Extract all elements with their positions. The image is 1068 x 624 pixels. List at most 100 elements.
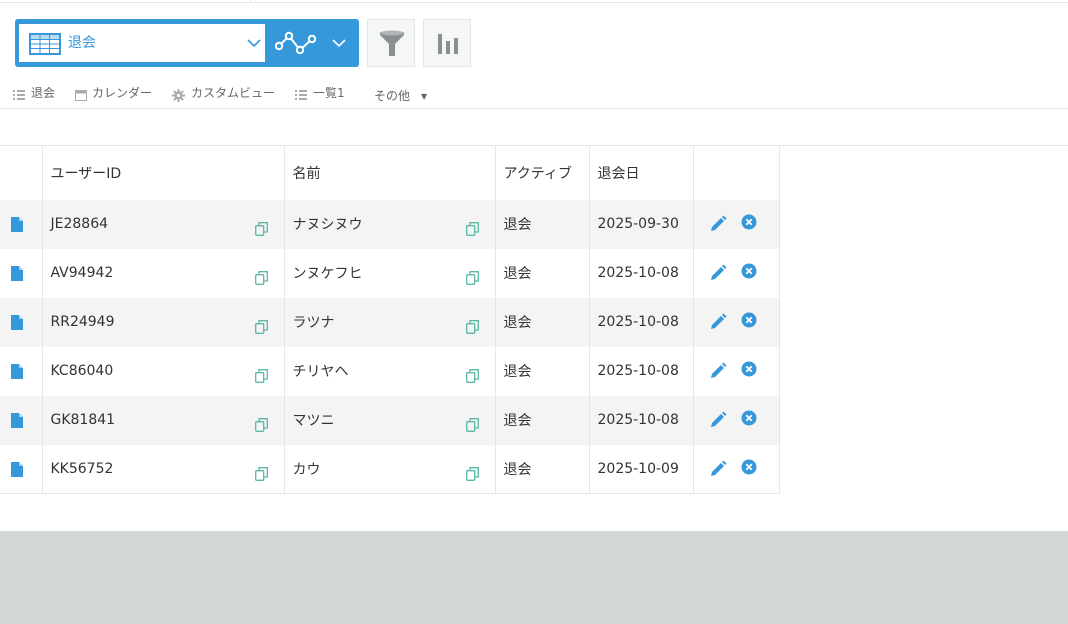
- user-id-value: KK56752: [50, 460, 114, 477]
- gear-icon: [172, 89, 185, 102]
- delete-circle-icon[interactable]: [741, 263, 757, 279]
- list-icon: [13, 90, 25, 100]
- name-cell: マツニ: [284, 395, 496, 445]
- withdrawal-date-value: 2025-10-09: [597, 460, 679, 477]
- user-id-value: GK81841: [50, 412, 116, 428]
- user-id-value: AV94942: [50, 265, 114, 281]
- copy-icon[interactable]: [465, 319, 479, 334]
- user-id-cell: KC86040: [42, 346, 285, 396]
- records-table: ユーザーID 名前 アクティブ 退会日 JE28864 ナヌシヌウ 退会 202…: [0, 145, 780, 494]
- delete-circle-icon[interactable]: [741, 214, 757, 230]
- column-header-name[interactable]: 名前: [284, 145, 496, 200]
- name-cell: チリヤヘ: [284, 346, 496, 396]
- edit-pencil-icon[interactable]: [710, 411, 727, 428]
- view-link-label: 退会: [31, 86, 56, 100]
- column-header-user-id[interactable]: ユーザーID: [42, 145, 285, 200]
- top-strip-divider: [250, 0, 251, 3]
- actions-cell: [693, 395, 780, 445]
- line-graph-icon: [275, 31, 317, 55]
- table-row: RR24949 ラツナ 退会 2025-10-08: [0, 297, 780, 347]
- copy-icon[interactable]: [254, 466, 268, 481]
- view-selector: 退会: [15, 19, 359, 67]
- record-detail-cell: [0, 346, 43, 396]
- table-row: AV94942 ンヌケフヒ 退会 2025-10-08: [0, 248, 780, 298]
- copy-icon[interactable]: [465, 270, 479, 285]
- top-strip: [0, 0, 1068, 3]
- column-header-active[interactable]: アクティブ: [495, 145, 590, 200]
- table-view-icon: [29, 33, 61, 55]
- copy-icon[interactable]: [465, 368, 479, 383]
- view-link-label: その他: [374, 89, 411, 103]
- document-icon[interactable]: [11, 461, 23, 477]
- table-row: JE28864 ナヌシヌウ 退会 2025-09-30: [0, 199, 780, 249]
- active-value: 退会: [503, 461, 532, 478]
- copy-icon[interactable]: [254, 319, 268, 334]
- delete-circle-icon[interactable]: [741, 459, 757, 475]
- active-value: 退会: [503, 315, 532, 331]
- name-cell: ンヌケフヒ: [284, 248, 496, 298]
- delete-circle-icon[interactable]: [741, 410, 757, 426]
- document-icon[interactable]: [11, 265, 23, 281]
- delete-circle-icon[interactable]: [741, 361, 757, 377]
- actions-cell: [693, 444, 780, 494]
- document-icon[interactable]: [11, 314, 23, 330]
- copy-icon[interactable]: [254, 417, 268, 432]
- record-detail-cell: [0, 297, 43, 347]
- date-cell: 2025-09-30: [589, 199, 694, 249]
- active-cell: 退会: [495, 199, 590, 249]
- filter-button[interactable]: [367, 19, 415, 67]
- withdrawal-date-value: 2025-09-30: [597, 216, 679, 232]
- view-dropdown[interactable]: 退会: [19, 24, 265, 62]
- date-cell: 2025-10-08: [589, 346, 694, 396]
- record-detail-cell: [0, 248, 43, 298]
- table-body: JE28864 ナヌシヌウ 退会 2025-09-30 AV94942 ンヌケフ…: [0, 199, 780, 494]
- filter-funnel-icon: [380, 30, 404, 56]
- document-icon[interactable]: [11, 363, 23, 379]
- edit-pencil-icon[interactable]: [710, 313, 727, 330]
- document-icon[interactable]: [11, 216, 23, 232]
- name-value: ラツナ: [292, 315, 335, 331]
- active-value: 退会: [503, 413, 532, 429]
- edit-pencil-icon[interactable]: [710, 460, 727, 477]
- active-cell: 退会: [495, 346, 590, 396]
- divider: [0, 108, 1068, 109]
- copy-icon[interactable]: [465, 417, 479, 432]
- view-link-label: カレンダー: [92, 86, 153, 100]
- date-cell: 2025-10-08: [589, 248, 694, 298]
- date-cell: 2025-10-09: [589, 444, 694, 494]
- bar-chart-icon: [438, 34, 458, 54]
- user-id-value: JE28864: [50, 216, 109, 232]
- table-row: KK56752 カウ 退会 2025-10-09: [0, 444, 780, 494]
- copy-icon[interactable]: [254, 270, 268, 285]
- withdrawal-date-value: 2025-10-08: [597, 363, 679, 379]
- column-header-withdrawal-date[interactable]: 退会日: [589, 145, 694, 200]
- copy-icon[interactable]: [254, 221, 268, 236]
- record-detail-cell: [0, 395, 43, 445]
- table-row: KC86040 チリヤヘ 退会 2025-10-08: [0, 346, 780, 396]
- active-cell: 退会: [495, 444, 590, 494]
- calendar-icon: [75, 90, 87, 101]
- record-detail-cell: [0, 199, 43, 249]
- actions-cell: [693, 248, 780, 298]
- view-links-bar: 退会 カレンダー カスタムビュー 一覧1 その他 ▼: [0, 84, 1068, 108]
- copy-icon[interactable]: [254, 368, 268, 383]
- edit-pencil-icon[interactable]: [710, 264, 727, 281]
- user-id-cell: RR24949: [42, 297, 285, 347]
- header-icon-column: [0, 145, 43, 200]
- user-id-value: KC86040: [50, 363, 114, 379]
- page-footer: [0, 531, 1068, 624]
- name-value: チリヤヘ: [292, 364, 349, 380]
- delete-circle-icon[interactable]: [741, 312, 757, 328]
- user-id-value: RR24949: [50, 314, 115, 330]
- name-value: マツニ: [292, 413, 335, 429]
- copy-icon[interactable]: [465, 221, 479, 236]
- document-icon[interactable]: [11, 412, 23, 428]
- actions-cell: [693, 346, 780, 396]
- graph-button[interactable]: [423, 19, 471, 67]
- caret-down-icon: ▼: [421, 92, 428, 101]
- graph-menu-button[interactable]: [271, 25, 353, 61]
- edit-pencil-icon[interactable]: [710, 215, 727, 232]
- active-value: 退会: [503, 266, 532, 282]
- copy-icon[interactable]: [465, 466, 479, 481]
- edit-pencil-icon[interactable]: [710, 362, 727, 379]
